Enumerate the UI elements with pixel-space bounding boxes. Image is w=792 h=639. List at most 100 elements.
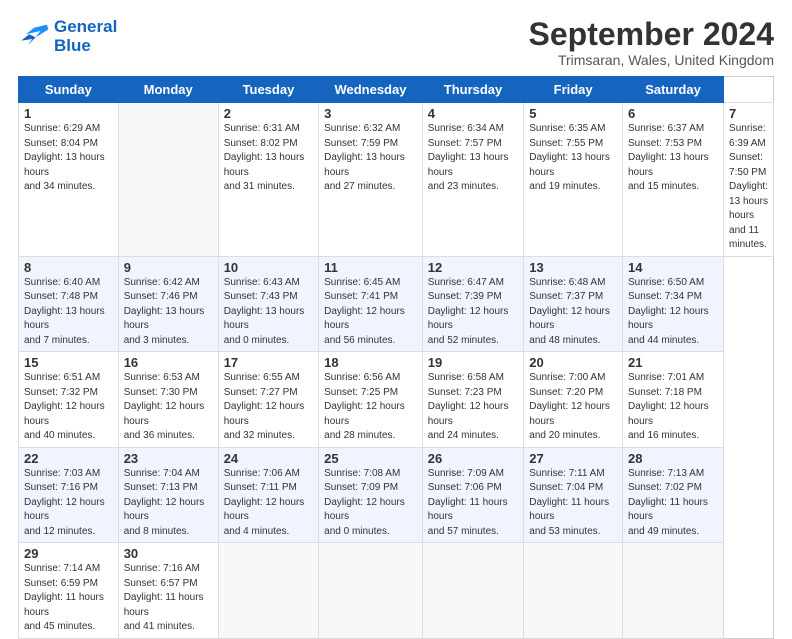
day-info: Sunrise: 7:04 AMSunset: 7:13 PMDaylight:… — [124, 467, 213, 540]
header: General Blue September 2024 Trimsaran, W… — [18, 18, 774, 68]
day-cell-29: 29Sunrise: 7:14 AMSunset: 6:59 PMDayligh… — [19, 543, 119, 639]
day-info: Sunrise: 6:56 AMSunset: 7:25 PMDaylight:… — [324, 371, 417, 444]
day-info: Sunrise: 6:31 AMSunset: 8:02 PMDaylight:… — [224, 122, 313, 195]
day-info: Sunrise: 6:48 AMSunset: 7:37 PMDaylight:… — [529, 276, 617, 349]
day-number: 1 — [24, 106, 113, 121]
day-info: Sunrise: 6:29 AMSunset: 8:04 PMDaylight:… — [24, 122, 113, 195]
day-cell-1: 1Sunrise: 6:29 AMSunset: 8:04 PMDaylight… — [19, 103, 119, 257]
day-cell-20: 20Sunrise: 7:00 AMSunset: 7:20 PMDayligh… — [524, 352, 623, 448]
day-number: 5 — [529, 106, 617, 121]
weekday-header-friday: Friday — [524, 77, 623, 103]
day-info: Sunrise: 6:35 AMSunset: 7:55 PMDaylight:… — [529, 122, 617, 195]
day-cell-10: 10Sunrise: 6:43 AMSunset: 7:43 PMDayligh… — [218, 256, 318, 352]
day-number: 21 — [628, 355, 718, 370]
day-info: Sunrise: 6:37 AMSunset: 7:53 PMDaylight:… — [628, 122, 718, 195]
day-info: Sunrise: 6:47 AMSunset: 7:39 PMDaylight:… — [428, 276, 519, 349]
day-cell-28: 28Sunrise: 7:13 AMSunset: 7:02 PMDayligh… — [623, 447, 724, 543]
empty-cell — [319, 543, 423, 639]
weekday-header-monday: Monday — [118, 77, 218, 103]
day-cell-13: 13Sunrise: 6:48 AMSunset: 7:37 PMDayligh… — [524, 256, 623, 352]
day-info: Sunrise: 6:42 AMSunset: 7:46 PMDaylight:… — [124, 276, 213, 349]
day-number: 23 — [124, 451, 213, 466]
day-number: 26 — [428, 451, 519, 466]
day-number: 18 — [324, 355, 417, 370]
day-cell-5: 5Sunrise: 6:35 AMSunset: 7:55 PMDaylight… — [524, 103, 623, 257]
day-cell-26: 26Sunrise: 7:09 AMSunset: 7:06 PMDayligh… — [422, 447, 524, 543]
empty-cell — [118, 103, 218, 257]
day-number: 17 — [224, 355, 313, 370]
day-cell-3: 3Sunrise: 6:32 AMSunset: 7:59 PMDaylight… — [319, 103, 423, 257]
day-number: 22 — [24, 451, 113, 466]
day-number: 4 — [428, 106, 519, 121]
day-number: 2 — [224, 106, 313, 121]
day-cell-16: 16Sunrise: 6:53 AMSunset: 7:30 PMDayligh… — [118, 352, 218, 448]
day-cell-2: 2Sunrise: 6:31 AMSunset: 8:02 PMDaylight… — [218, 103, 318, 257]
day-info: Sunrise: 6:50 AMSunset: 7:34 PMDaylight:… — [628, 276, 718, 349]
day-cell-17: 17Sunrise: 6:55 AMSunset: 7:27 PMDayligh… — [218, 352, 318, 448]
day-info: Sunrise: 6:53 AMSunset: 7:30 PMDaylight:… — [124, 371, 213, 444]
day-cell-15: 15Sunrise: 6:51 AMSunset: 7:32 PMDayligh… — [19, 352, 119, 448]
empty-cell — [218, 543, 318, 639]
empty-cell — [623, 543, 724, 639]
day-number: 10 — [224, 260, 313, 275]
day-number: 9 — [124, 260, 213, 275]
logo-text: General Blue — [54, 18, 117, 55]
day-number: 24 — [224, 451, 313, 466]
week-row-4: 22Sunrise: 7:03 AMSunset: 7:16 PMDayligh… — [19, 447, 774, 543]
day-cell-12: 12Sunrise: 6:47 AMSunset: 7:39 PMDayligh… — [422, 256, 524, 352]
day-number: 12 — [428, 260, 519, 275]
day-cell-22: 22Sunrise: 7:03 AMSunset: 7:16 PMDayligh… — [19, 447, 119, 543]
week-row-3: 15Sunrise: 6:51 AMSunset: 7:32 PMDayligh… — [19, 352, 774, 448]
logo: General Blue — [18, 18, 117, 55]
day-cell-30: 30Sunrise: 7:16 AMSunset: 6:57 PMDayligh… — [118, 543, 218, 639]
day-number: 14 — [628, 260, 718, 275]
day-number: 7 — [729, 106, 768, 121]
month-title: September 2024 — [529, 18, 774, 50]
logo-icon — [18, 23, 50, 51]
day-info: Sunrise: 7:08 AMSunset: 7:09 PMDaylight:… — [324, 467, 417, 540]
day-number: 29 — [24, 546, 113, 561]
day-cell-18: 18Sunrise: 6:56 AMSunset: 7:25 PMDayligh… — [319, 352, 423, 448]
day-cell-6: 6Sunrise: 6:37 AMSunset: 7:53 PMDaylight… — [623, 103, 724, 257]
day-info: Sunrise: 6:32 AMSunset: 7:59 PMDaylight:… — [324, 122, 417, 195]
weekday-header-sunday: Sunday — [19, 77, 119, 103]
day-number: 20 — [529, 355, 617, 370]
weekday-header-thursday: Thursday — [422, 77, 524, 103]
day-cell-4: 4Sunrise: 6:34 AMSunset: 7:57 PMDaylight… — [422, 103, 524, 257]
weekday-header-wednesday: Wednesday — [319, 77, 423, 103]
day-number: 15 — [24, 355, 113, 370]
day-info: Sunrise: 7:11 AMSunset: 7:04 PMDaylight:… — [529, 467, 617, 540]
day-cell-9: 9Sunrise: 6:42 AMSunset: 7:46 PMDaylight… — [118, 256, 218, 352]
day-cell-21: 21Sunrise: 7:01 AMSunset: 7:18 PMDayligh… — [623, 352, 724, 448]
weekday-header-tuesday: Tuesday — [218, 77, 318, 103]
day-info: Sunrise: 7:01 AMSunset: 7:18 PMDaylight:… — [628, 371, 718, 444]
day-cell-25: 25Sunrise: 7:08 AMSunset: 7:09 PMDayligh… — [319, 447, 423, 543]
day-info: Sunrise: 7:00 AMSunset: 7:20 PMDaylight:… — [529, 371, 617, 444]
day-cell-24: 24Sunrise: 7:06 AMSunset: 7:11 PMDayligh… — [218, 447, 318, 543]
day-info: Sunrise: 6:39 AMSunset: 7:50 PMDaylight:… — [729, 122, 768, 253]
empty-cell — [422, 543, 524, 639]
day-cell-23: 23Sunrise: 7:04 AMSunset: 7:13 PMDayligh… — [118, 447, 218, 543]
week-row-5: 29Sunrise: 7:14 AMSunset: 6:59 PMDayligh… — [19, 543, 774, 639]
page: General Blue September 2024 Trimsaran, W… — [0, 0, 792, 612]
day-cell-14: 14Sunrise: 6:50 AMSunset: 7:34 PMDayligh… — [623, 256, 724, 352]
day-info: Sunrise: 7:03 AMSunset: 7:16 PMDaylight:… — [24, 467, 113, 540]
day-cell-27: 27Sunrise: 7:11 AMSunset: 7:04 PMDayligh… — [524, 447, 623, 543]
day-info: Sunrise: 6:40 AMSunset: 7:48 PMDaylight:… — [24, 276, 113, 349]
day-number: 11 — [324, 260, 417, 275]
week-row-1: 1Sunrise: 6:29 AMSunset: 8:04 PMDaylight… — [19, 103, 774, 257]
calendar-table: SundayMondayTuesdayWednesdayThursdayFrid… — [18, 76, 774, 639]
week-row-2: 8Sunrise: 6:40 AMSunset: 7:48 PMDaylight… — [19, 256, 774, 352]
day-cell-8: 8Sunrise: 6:40 AMSunset: 7:48 PMDaylight… — [19, 256, 119, 352]
day-number: 13 — [529, 260, 617, 275]
day-info: Sunrise: 7:09 AMSunset: 7:06 PMDaylight:… — [428, 467, 519, 540]
day-number: 3 — [324, 106, 417, 121]
day-cell-7: 7Sunrise: 6:39 AMSunset: 7:50 PMDaylight… — [724, 103, 774, 257]
day-info: Sunrise: 6:51 AMSunset: 7:32 PMDaylight:… — [24, 371, 113, 444]
day-info: Sunrise: 7:14 AMSunset: 6:59 PMDaylight:… — [24, 562, 113, 635]
day-cell-19: 19Sunrise: 6:58 AMSunset: 7:23 PMDayligh… — [422, 352, 524, 448]
day-number: 28 — [628, 451, 718, 466]
day-info: Sunrise: 7:16 AMSunset: 6:57 PMDaylight:… — [124, 562, 213, 635]
day-info: Sunrise: 7:06 AMSunset: 7:11 PMDaylight:… — [224, 467, 313, 540]
day-info: Sunrise: 6:34 AMSunset: 7:57 PMDaylight:… — [428, 122, 519, 195]
